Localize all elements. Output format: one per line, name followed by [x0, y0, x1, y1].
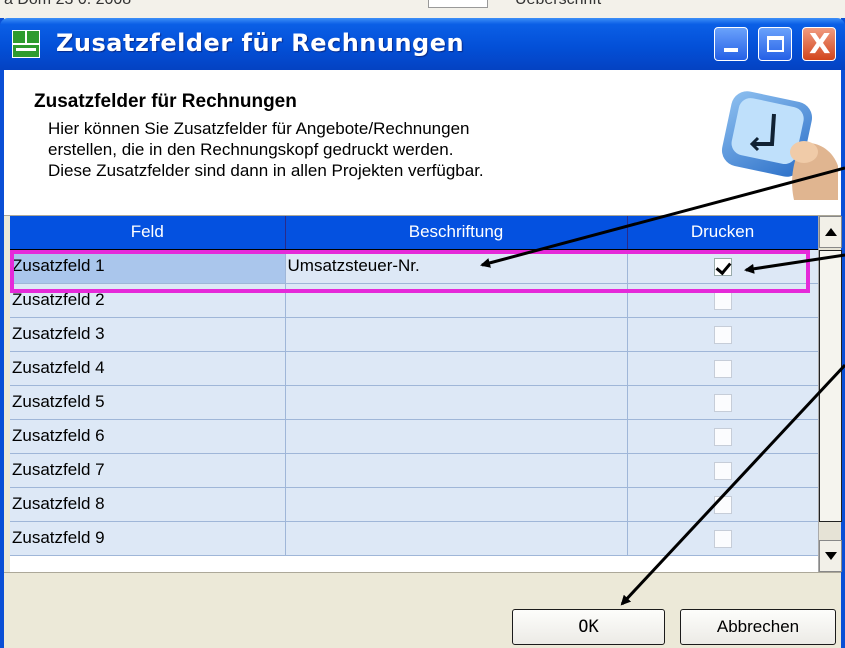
background-text: Ueberschrift: [515, 0, 601, 9]
cell-feld[interactable]: Zusatzfeld 7: [10, 453, 286, 488]
cell-drucken[interactable]: [627, 283, 819, 318]
cell-beschriftung[interactable]: [285, 385, 628, 420]
cell-beschriftung[interactable]: Umsatzsteuer-Nr.: [285, 249, 628, 284]
print-checkbox[interactable]: [713, 257, 732, 276]
cell-beschriftung[interactable]: [285, 317, 628, 352]
cell-drucken[interactable]: [627, 317, 819, 352]
ok-button[interactable]: OK: [512, 609, 665, 645]
cell-drucken[interactable]: [627, 521, 819, 556]
header-description: Hier können Sie Zusatzfelder für Angebot…: [48, 118, 668, 181]
cell-feld[interactable]: Zusatzfeld 8: [10, 487, 286, 522]
description-line: Diese Zusatzfelder sind dann in allen Pr…: [48, 161, 484, 180]
description-line: Hier können Sie Zusatzfelder für Angebot…: [48, 119, 470, 138]
scroll-up-button[interactable]: [819, 216, 842, 248]
cell-drucken[interactable]: [627, 487, 819, 522]
cell-drucken[interactable]: [627, 419, 819, 454]
header-panel: Zusatzfelder für Rechnungen Hier können …: [4, 70, 841, 216]
fields-grid: Feld Beschriftung Drucken Zusatzfeld 1 U…: [10, 216, 819, 572]
cell-feld[interactable]: Zusatzfeld 6: [10, 419, 286, 454]
table-row[interactable]: Zusatzfeld 4: [10, 351, 819, 386]
cell-feld[interactable]: Zusatzfeld 2: [10, 283, 286, 318]
maximize-icon: [767, 36, 784, 52]
cell-beschriftung[interactable]: [285, 419, 628, 454]
print-checkbox[interactable]: [713, 495, 732, 514]
cell-feld[interactable]: Zusatzfeld 1: [10, 249, 286, 284]
vertical-scrollbar[interactable]: [818, 216, 842, 572]
cell-beschriftung[interactable]: [285, 351, 628, 386]
scroll-down-button[interactable]: [819, 540, 842, 572]
arrow-up-icon: [825, 228, 837, 236]
cell-feld[interactable]: Zusatzfeld 9: [10, 521, 286, 556]
cell-feld[interactable]: Zusatzfeld 3: [10, 317, 286, 352]
window-title: Zusatzfelder für Rechnungen: [56, 29, 465, 57]
cell-drucken[interactable]: [627, 249, 819, 284]
cell-feld[interactable]: Zusatzfeld 4: [10, 351, 286, 386]
close-icon: X: [809, 27, 831, 60]
cell-beschriftung[interactable]: [285, 283, 628, 318]
dialog-window: Zusatzfelder für Rechnungen X Zusatzfeld…: [0, 18, 845, 648]
app-icon: [12, 30, 40, 58]
arrow-down-icon: [825, 552, 837, 560]
table-row[interactable]: Zusatzfeld 9: [10, 521, 819, 556]
header-title: Zusatzfelder für Rechnungen: [34, 91, 297, 112]
print-checkbox[interactable]: [713, 291, 732, 310]
title-bar[interactable]: Zusatzfelder für Rechnungen X: [0, 18, 845, 70]
table-row[interactable]: Zusatzfeld 8: [10, 487, 819, 522]
minimize-button[interactable]: [714, 27, 748, 61]
print-checkbox[interactable]: [713, 393, 732, 412]
table-row[interactable]: Zusatzfeld 7: [10, 453, 819, 488]
table-row[interactable]: Zusatzfeld 1 Umsatzsteuer-Nr.: [10, 249, 819, 284]
description-line: erstellen, die in den Rechnungskopf gedr…: [48, 140, 454, 159]
scroll-thumb[interactable]: [819, 250, 842, 522]
cell-drucken[interactable]: [627, 385, 819, 420]
maximize-button[interactable]: [758, 27, 792, 61]
column-header-feld[interactable]: Feld: [10, 216, 286, 250]
cancel-button[interactable]: Abbrechen: [680, 609, 836, 645]
column-header-drucken[interactable]: Drucken: [627, 216, 819, 250]
print-checkbox[interactable]: [713, 461, 732, 480]
background-field: [428, 0, 488, 8]
table-row[interactable]: Zusatzfeld 6: [10, 419, 819, 454]
wizard-icon: [721, 91, 838, 200]
table-row[interactable]: Zusatzfeld 5: [10, 385, 819, 420]
table-row[interactable]: Zusatzfeld 2: [10, 283, 819, 318]
cell-drucken[interactable]: [627, 351, 819, 386]
button-bar: OK Abbrechen: [4, 572, 841, 648]
close-button[interactable]: X: [802, 27, 836, 61]
cell-drucken[interactable]: [627, 453, 819, 488]
minimize-icon: [724, 48, 738, 52]
cell-beschriftung[interactable]: [285, 487, 628, 522]
column-header-beschriftung[interactable]: Beschriftung: [285, 216, 628, 250]
print-checkbox[interactable]: [713, 427, 732, 446]
cell-beschriftung[interactable]: [285, 453, 628, 488]
print-checkbox[interactable]: [713, 529, 732, 548]
print-checkbox[interactable]: [713, 325, 732, 344]
table-row[interactable]: Zusatzfeld 3: [10, 317, 819, 352]
print-checkbox[interactable]: [713, 359, 732, 378]
cell-feld[interactable]: Zusatzfeld 5: [10, 385, 286, 420]
cell-beschriftung[interactable]: [285, 521, 628, 556]
background-text: a Dom 23 0. 2008: [4, 0, 131, 9]
